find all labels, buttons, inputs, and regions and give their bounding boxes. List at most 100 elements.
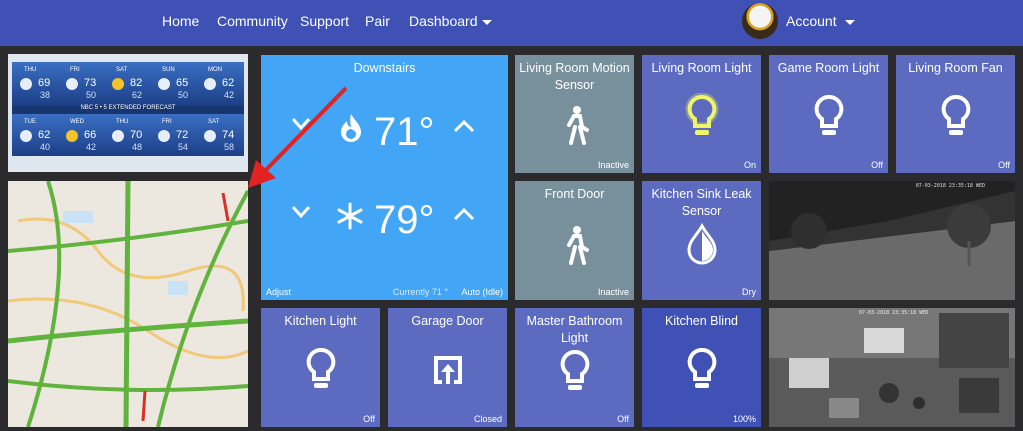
forecast-low: 50 — [86, 90, 96, 100]
forecast-low: 50 — [178, 90, 188, 100]
forecast-low: 40 — [40, 142, 50, 152]
weather-forecast-image: THU6938FRI7350SAT8262SUN6550MON6242TUE62… — [8, 54, 248, 172]
cool-increase-icon[interactable] — [453, 207, 475, 221]
snowflake-icon — [337, 202, 363, 230]
heat-setpoint: 71° — [374, 110, 435, 154]
tile-status: 100% — [732, 414, 756, 424]
camera-timestamp: 07-03-2018 23:35:18 WED — [859, 310, 929, 316]
weather-icon — [158, 130, 170, 142]
forecast-high: 70 — [130, 129, 142, 141]
nav-community[interactable]: Community — [217, 13, 288, 29]
cool-setpoint: 79° — [374, 198, 435, 242]
tile-status: Inactive — [597, 287, 629, 297]
tile-title: Kitchen Sink Leak Sensor — [651, 187, 752, 218]
forecast-high: 66 — [84, 129, 96, 141]
tile-status: Inactive — [597, 160, 629, 170]
camera-feed-2[interactable]: 07-03-2018 23:35:18 WED — [769, 308, 1015, 427]
weather-icon — [66, 78, 78, 90]
dashboard-area: THU 69 38 FRI 73 50 SAT 82 62 SUN 65 50 MON 62 42 TUE 62… — [0, 46, 1023, 431]
water-drop-icon — [686, 223, 717, 265]
tile-title: Kitchen Light — [284, 314, 357, 328]
account-dropdown-icon[interactable] — [845, 20, 855, 25]
forecast-high: 73 — [84, 77, 96, 89]
garage-door-icon — [433, 356, 462, 384]
tile-status: Off — [363, 414, 375, 424]
weather-icon — [20, 130, 32, 142]
tile-title: Master Bathroom Light — [526, 314, 623, 345]
weather-icon — [112, 78, 124, 90]
camera-image-outdoor — [769, 181, 1015, 300]
heat-increase-icon[interactable] — [453, 119, 475, 133]
forecast-high: 62 — [38, 129, 50, 141]
tile-master-bathroom-light[interactable]: Master Bathroom Light Off — [515, 308, 634, 427]
tile-title: Living Room Light — [651, 61, 752, 75]
forecast-low: 38 — [40, 90, 50, 100]
forecast-low: 54 — [178, 142, 188, 152]
thermostat-mode: Auto (Idle) — [461, 287, 503, 297]
nav-account[interactable]: Account — [786, 13, 837, 29]
nav-support[interactable]: Support — [300, 13, 349, 29]
forecast-low: 62 — [132, 90, 142, 100]
walking-person-icon — [566, 226, 589, 265]
tile-living-room-motion-sensor[interactable]: Living Room Motion Sensor Inactive — [515, 55, 634, 173]
tile-title: Front Door — [544, 187, 605, 201]
top-nav-bar: Home Community Support Pair Dashboard Ac… — [0, 0, 1023, 46]
tile-living-room-light[interactable]: Living Room Light On — [642, 55, 761, 173]
forecast-banner: NBC 5 • 5 EXTENDED FORECAST — [80, 105, 176, 111]
weather-icon — [204, 78, 216, 90]
tile-front-door[interactable]: Front Door Inactive — [515, 181, 634, 300]
tile-kitchen-sink-leak-sensor[interactable]: Kitchen Sink Leak Sensor Dry — [642, 181, 761, 300]
forecast-high: 65 — [176, 77, 188, 89]
weather-icon — [158, 78, 170, 90]
forecast-high: 69 — [38, 77, 50, 89]
tile-title: Living Room Motion Sensor — [519, 61, 630, 92]
weather-icon — [20, 78, 32, 90]
tile-garage-door[interactable]: Garage Door Closed — [388, 308, 507, 427]
lightbulb-off-icon — [560, 349, 589, 390]
forecast-day: TUE — [24, 119, 36, 125]
tile-title: Downstairs — [353, 61, 416, 75]
traffic-map-tile[interactable] — [8, 181, 248, 427]
tile-title: Game Room Light — [777, 61, 880, 75]
tile-status: Off — [998, 160, 1010, 170]
camera-feed-1[interactable]: 07-03-2018 23:35:18 WED — [769, 181, 1015, 300]
nav-home[interactable]: Home — [162, 13, 199, 29]
walking-person-icon — [566, 106, 589, 145]
forecast-day: WED — [70, 119, 85, 125]
weather-icon — [112, 130, 124, 142]
tile-game-room-light[interactable]: Game Room Light Off — [769, 55, 888, 173]
tile-title: Garage Door — [411, 314, 484, 328]
weather-forecast-tile[interactable]: THU 69 38 FRI 73 50 SAT 82 62 SUN 65 50 MON 62 42 TUE 62… — [8, 54, 248, 172]
forecast-day: FRI — [162, 119, 172, 125]
dashboard-dropdown-icon[interactable] — [482, 20, 492, 25]
avatar[interactable] — [742, 3, 778, 39]
weather-icon — [204, 130, 216, 142]
lightbulb-off-icon — [814, 94, 843, 135]
annotation-arrow — [248, 86, 348, 188]
tile-status: Off — [871, 160, 883, 170]
forecast-day: SAT — [116, 67, 128, 73]
nav-pair[interactable]: Pair — [365, 13, 390, 29]
forecast-day: FRI — [70, 67, 80, 73]
tile-status: On — [743, 160, 756, 170]
tile-status: Off — [617, 414, 629, 424]
cool-decrease-icon[interactable] — [291, 205, 311, 219]
forecast-low: 42 — [224, 90, 234, 100]
forecast-high: 62 — [222, 77, 234, 89]
tile-kitchen-light[interactable]: Kitchen Light Off — [261, 308, 380, 427]
forecast-day: THU — [24, 67, 36, 73]
tile-kitchen-blind[interactable]: Kitchen Blind 100% — [642, 308, 761, 427]
adjust-link[interactable]: Adjust — [266, 287, 291, 297]
lightbulb-off-icon — [306, 347, 335, 388]
traffic-map-image — [8, 181, 248, 427]
tile-title: Kitchen Blind — [665, 314, 738, 328]
forecast-high: 72 — [176, 129, 188, 141]
nav-dashboard[interactable]: Dashboard — [409, 13, 478, 29]
lightbulb-on-icon — [685, 93, 718, 135]
forecast-day: SAT — [208, 119, 220, 125]
tile-living-room-fan[interactable]: Living Room Fan Off — [896, 55, 1015, 173]
tile-status: Dry — [742, 287, 756, 297]
tile-title: Living Room Fan — [908, 61, 1003, 75]
forecast-low: 58 — [224, 142, 234, 152]
current-temp: Currently 71 ° — [392, 287, 448, 297]
